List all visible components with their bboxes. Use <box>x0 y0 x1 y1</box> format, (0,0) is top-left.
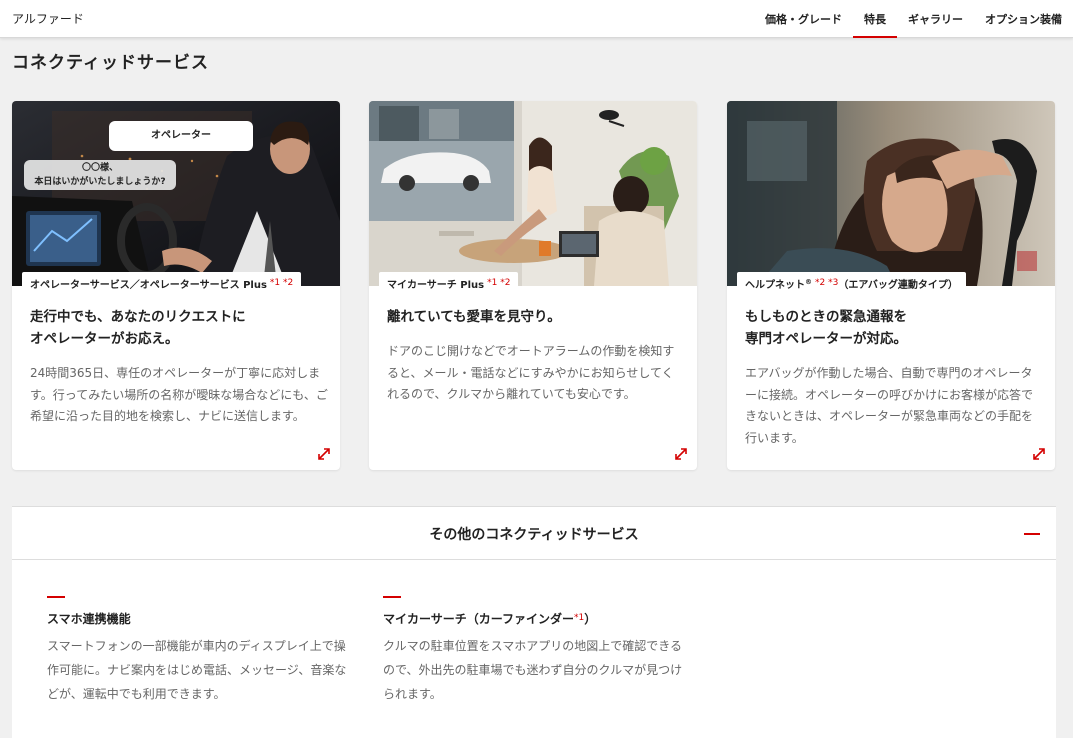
footnote-ref: *2 *3 <box>815 278 839 288</box>
card-tag: マイカーサーチ Plus *1 *2 <box>379 272 519 291</box>
helpnet-image <box>727 101 1055 286</box>
card-heading: 走行中でも、あなたのリクエストに オペレーターがお応え。 <box>30 306 326 350</box>
card-tag: ヘルプネット® *2 *3（エアバッグ連動タイプ） <box>737 272 966 291</box>
service-title-close: ） <box>584 611 597 626</box>
card-tag-label: マイカーサーチ Plus <box>387 280 485 291</box>
page-title: コネクティッドサービス <box>12 53 209 73</box>
expand-arrows-icon[interactable] <box>1031 446 1047 462</box>
card-tag-label: オペレーターサービス／オペレーターサービス Plus <box>30 280 267 291</box>
footnote-ref: *1 *2 <box>487 278 511 288</box>
card-heading-line1: 走行中でも、あなたのリクエストに <box>30 309 246 325</box>
service-description: クルマの駐車位置をスマホアプリの地図上で確認できるので、外出先の駐車場でも迷わず… <box>383 638 683 701</box>
card-heading-line2: オペレーターがお応え。 <box>30 331 179 347</box>
operator-service-image: オペレーター 〇〇様、 本日はいかがいたしましょうか? <box>12 101 340 286</box>
nav-item-price-grade[interactable]: 価格・グレード <box>754 0 853 38</box>
brand-name[interactable]: アルファード <box>12 10 84 27</box>
card-tag: オペレーターサービス／オペレーターサービス Plus *1 *2 <box>22 272 302 291</box>
service-title: マイカーサーチ（カーファインダー*1） <box>383 610 683 627</box>
nav-item-features[interactable]: 特長 <box>853 0 897 38</box>
feature-card-helpnet[interactable]: ヘルプネット® *2 *3（エアバッグ連動タイプ） もしものときの緊急通報を 専門… <box>727 101 1055 470</box>
card-description: ドアのこじ開けなどでオートアラームの作動を検知すると、メール・電話などにすみやか… <box>387 344 675 401</box>
card-heading-line2: 専門オペレーターが対応。 <box>745 331 907 347</box>
top-nav-bar: アルファード 価格・グレード 特長 ギャラリー オプション装備 <box>0 0 1073 38</box>
service-description: スマートフォンの一部機能が車内のディスプレイ上で操作可能に。ナビ案内をはじめ電話… <box>47 638 347 701</box>
card-heading: もしものときの緊急通報を 専門オペレーターが対応。 <box>745 306 1041 350</box>
customer-bubble-line1: 〇〇様、 <box>81 163 118 173</box>
operator-speech-bubble: オペレーター <box>109 121 253 151</box>
mycar-search-image <box>369 101 697 286</box>
footnote-ref: *1 <box>574 612 585 623</box>
card-tag-label: ヘルプネット <box>745 280 805 291</box>
accent-divider <box>383 596 401 598</box>
card-heading-line1: 離れていても愛車を見守り。 <box>387 309 561 325</box>
card-description: 24時間365日、専任のオペレーターが丁寧に応対します。行ってみたい場所の名称が… <box>30 366 328 423</box>
expand-arrows-icon[interactable] <box>316 446 332 462</box>
feature-card-mycar-search-plus[interactable]: マイカーサーチ Plus *1 *2 離れていても愛車を見守り。 ドアのこじ開けな… <box>369 101 697 470</box>
main-nav: 価格・グレード 特長 ギャラリー オプション装備 <box>754 0 1073 38</box>
registered-mark: ® <box>805 278 812 286</box>
accordion-title: その他のコネクティッドサービス <box>429 527 639 543</box>
card-heading-line1: もしものときの緊急通報を <box>745 309 907 325</box>
nav-item-gallery[interactable]: ギャラリー <box>897 0 974 38</box>
card-description: エアバッグが作動した場合、自動で専門のオペレーターに接続。オペレーターの呼びかけ… <box>745 366 1034 445</box>
service-title-text: マイカーサーチ（カーファインダー <box>383 611 575 626</box>
feature-card-operator-service[interactable]: オペレーター 〇〇様、 本日はいかがいたしましょうか? オペレーターサービス／オ… <box>12 101 340 470</box>
expand-arrows-icon[interactable] <box>673 446 689 462</box>
accent-divider <box>47 596 65 598</box>
minus-icon[interactable] <box>1024 533 1040 535</box>
service-title: スマホ連携機能 <box>47 611 131 626</box>
card-tag-suffix: （エアバッグ連動タイプ） <box>838 280 958 291</box>
card-heading: 離れていても愛車を見守り。 <box>387 306 683 328</box>
service-item-car-finder: マイカーサーチ（カーファインダー*1） クルマの駐車位置をスマホアプリの地図上で… <box>383 596 683 706</box>
other-services-panel: スマホ連携機能 スマートフォンの一部機能が車内のディスプレイ上で操作可能に。ナビ… <box>12 560 1056 738</box>
customer-bubble-line2: 本日はいかがいたしましょうか? <box>34 177 166 187</box>
footnote-ref: *1 *2 <box>269 278 294 288</box>
other-services-accordion-toggle[interactable]: その他のコネクティッドサービス <box>12 506 1056 560</box>
nav-item-options[interactable]: オプション装備 <box>974 0 1073 38</box>
customer-speech-bubble: 〇〇様、 本日はいかがいたしましょうか? <box>24 160 176 190</box>
service-item-smartphone-link: スマホ連携機能 スマートフォンの一部機能が車内のディスプレイ上で操作可能に。ナビ… <box>47 596 347 706</box>
